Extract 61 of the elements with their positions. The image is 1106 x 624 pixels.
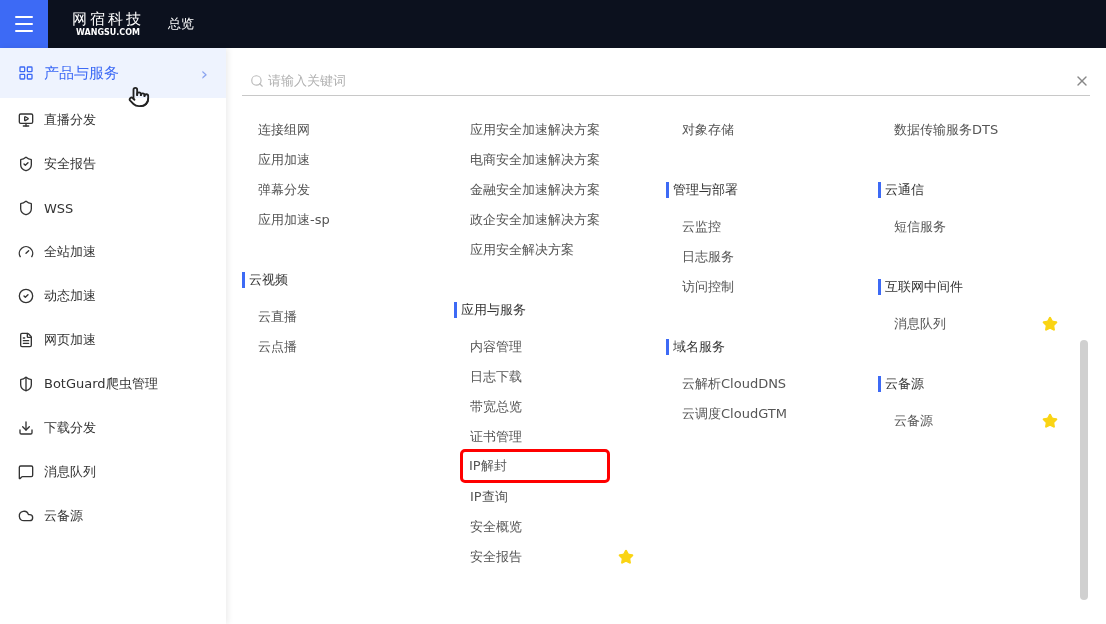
menu-link[interactable]: 访问控制 — [682, 279, 734, 295]
menu-link[interactable]: IP解封 — [463, 452, 607, 480]
sidebar-label: 全站加速 — [44, 243, 97, 261]
menu-link[interactable]: 云调度CloudGTM — [682, 406, 787, 422]
menu-link[interactable]: 云点播 — [258, 339, 297, 355]
sidebar-label: BotGuard爬虫管理 — [44, 375, 159, 393]
chevron-icon: › — [200, 62, 208, 84]
section-heading: 域名服务 — [666, 339, 725, 355]
sidebar-label: WSS — [44, 200, 75, 216]
menu-link[interactable]: 日志下载 — [470, 369, 522, 385]
sidebar-item[interactable]: BotGuard爬虫管理 — [0, 362, 226, 406]
menu-link[interactable]: 应用安全加速解决方案 — [470, 122, 600, 138]
sidebar-label: 下载分发 — [44, 419, 97, 437]
menu-link[interactable]: 弹幕分发 — [258, 182, 310, 198]
menu-link[interactable]: 金融安全加速解决方案 — [470, 182, 600, 198]
menu-link[interactable]: 应用加速-sp — [258, 212, 330, 228]
sidebar-item[interactable]: 网页加速 — [0, 318, 226, 362]
sidebar-label: 直播分发 — [44, 111, 97, 129]
menu-link[interactable]: 数据传输服务DTS — [894, 122, 999, 138]
menu-link[interactable]: 对象存储 — [682, 122, 734, 138]
sidebar-item[interactable]: 云备源 — [0, 494, 226, 538]
menu-link[interactable]: IP查询 — [470, 489, 508, 505]
sidebar-item[interactable]: 安全报告 — [0, 142, 226, 186]
sidebar-item[interactable]: 下载分发 — [0, 406, 226, 450]
menu-link[interactable]: 内容管理 — [470, 339, 522, 355]
menu-link[interactable]: 云解析CloudDNS — [682, 376, 787, 392]
menu-link[interactable]: 带宽总览 — [470, 399, 522, 415]
sidebar-item[interactable]: 产品与服务 › — [0, 48, 226, 98]
section-heading: 云通信 — [878, 182, 924, 198]
sidebar-label: 网页加速 — [44, 331, 97, 349]
sidebar-item[interactable]: WSS — [0, 186, 226, 230]
menu-link[interactable]: 证书管理 — [470, 429, 522, 445]
sidebar-label: 云备源 — [44, 507, 84, 525]
sidebar-item[interactable]: 动态加速 — [0, 274, 226, 318]
section-heading: 管理与部署 — [666, 182, 738, 198]
menu-link[interactable]: 安全报告 — [470, 549, 522, 565]
menu-link[interactable]: 日志服务 — [682, 249, 734, 265]
menu-link[interactable]: 政企安全加速解决方案 — [470, 212, 600, 228]
menu-link[interactable]: 云直播 — [258, 309, 297, 325]
company-logo: 网宿科技 WANGSU.COM — [72, 11, 144, 37]
menu-link[interactable]: 云监控 — [682, 219, 721, 235]
menu-link[interactable]: 电商安全加速解决方案 — [470, 152, 600, 168]
menu-link[interactable]: 应用安全解决方案 — [470, 242, 574, 258]
nav-link[interactable]: 总览 — [168, 15, 194, 33]
sidebar-item[interactable]: 全站加速 — [0, 230, 226, 274]
sidebar-label: 消息队列 — [44, 463, 97, 481]
sidebar-item[interactable]: 消息队列 — [0, 450, 226, 494]
menu-link[interactable]: 应用加速 — [258, 152, 310, 168]
menu-link[interactable]: 安全概览 — [470, 519, 522, 535]
sidebar-label: 安全报告 — [44, 155, 97, 173]
section-heading: 应用与服务 — [454, 302, 526, 318]
sidebar-label: 动态加速 — [44, 287, 97, 305]
menu-link[interactable]: 云备源 — [894, 413, 933, 429]
menu-link[interactable]: 连接组网 — [258, 122, 310, 138]
menu-link[interactable]: 消息队列 — [894, 316, 946, 332]
menu-link[interactable]: 短信服务 — [894, 219, 946, 235]
section-heading: 云视频 — [242, 272, 288, 288]
section-heading: 云备源 — [878, 376, 924, 392]
sidebar-item[interactable]: 直播分发 — [0, 98, 226, 142]
sidebar-label: 产品与服务 — [44, 63, 120, 83]
section-heading: 互联网中间件 — [878, 279, 963, 295]
